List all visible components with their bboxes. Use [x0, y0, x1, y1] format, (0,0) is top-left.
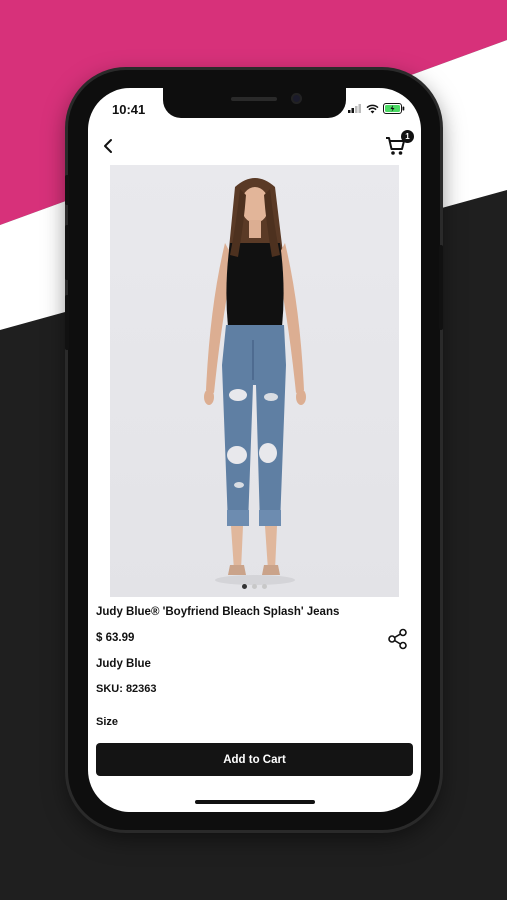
carousel-dot[interactable]: [262, 584, 267, 589]
phone-volume-down-button: [65, 295, 69, 350]
product-brand: Judy Blue: [96, 658, 151, 670]
product-title: Judy Blue® 'Boyfriend Bleach Splash' Jea…: [96, 606, 340, 618]
product-image[interactable]: [110, 165, 399, 597]
status-icons: [348, 103, 405, 114]
phone-side-button: [65, 175, 69, 205]
size-label: Size: [96, 716, 119, 728]
app-screen: 10:41 1 Judy Blue® 'Boyfriend Bleach Spl…: [88, 88, 421, 812]
phone-power-button: [439, 245, 443, 330]
camera-icon: [291, 93, 302, 104]
carousel-dot[interactable]: [252, 584, 257, 589]
back-button[interactable]: [98, 136, 118, 156]
carousel-dot[interactable]: [242, 584, 247, 589]
wifi-icon: [366, 104, 379, 113]
add-to-cart-button[interactable]: Add to Cart: [96, 743, 413, 776]
status-time: 10:41: [112, 102, 146, 117]
home-indicator[interactable]: [195, 800, 315, 804]
image-carousel-dots: [88, 584, 421, 589]
phone-volume-up-button: [65, 225, 69, 280]
chevron-left-icon: [104, 139, 112, 153]
share-icon: [388, 628, 407, 650]
product-price: $ 63.99: [96, 632, 135, 644]
cart-count-badge: 1: [401, 130, 414, 143]
cart-button[interactable]: 1: [385, 130, 414, 158]
product-sku: SKU: 82363: [96, 683, 157, 695]
speaker-grille: [231, 97, 277, 101]
share-button[interactable]: [387, 628, 409, 650]
phone-notch: [163, 88, 346, 118]
signal-icon: [348, 104, 361, 113]
battery-icon: [383, 103, 405, 114]
model-photo: [204, 178, 306, 585]
